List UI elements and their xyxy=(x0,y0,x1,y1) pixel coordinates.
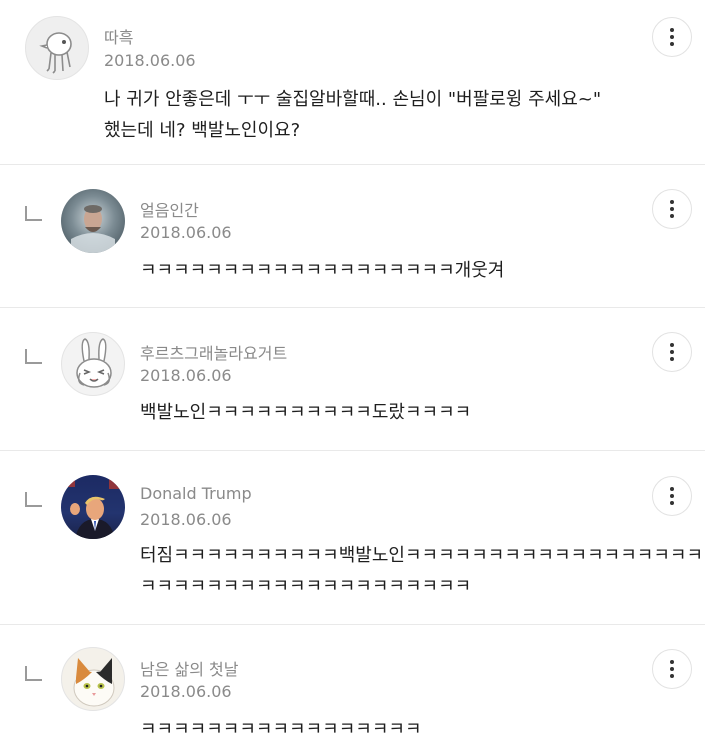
more-vertical-icon[interactable] xyxy=(652,332,692,372)
comment-author[interactable]: 후르츠그래놀라요거트 xyxy=(140,340,287,364)
ice-bath-photo-avatar[interactable] xyxy=(61,189,125,253)
comment-author[interactable]: 얼음인간 xyxy=(140,197,199,221)
reply-arrow-icon xyxy=(25,666,42,681)
mascot-avatar[interactable] xyxy=(25,16,89,80)
more-vertical-icon[interactable] xyxy=(652,476,692,516)
comment-text: 나 귀가 안좋은데 ㅜㅜ 술집알바할때.. 손님이 "버팔로윙 주세요~" 했는… xyxy=(104,84,601,146)
reply-arrow-icon xyxy=(25,492,42,507)
comment-text-line: 백발노인ㅋㅋㅋㅋㅋㅋㅋㅋㅋㅋ도랐ㅋㅋㅋㅋ xyxy=(140,402,472,423)
reply-arrow-icon xyxy=(25,206,42,221)
comment-date: 2018.06.06 xyxy=(140,366,232,385)
reply-item: 남은 삶의 첫날 2018.06.06 ㅋㅋㅋㅋㅋㅋㅋㅋㅋㅋㅋㅋㅋㅋㅋㅋㅋ xyxy=(0,625,705,754)
reply-item: 후르츠그래놀라요거트 2018.06.06 백발노인ㅋㅋㅋㅋㅋㅋㅋㅋㅋㅋ도랐ㅋㅋ… xyxy=(0,308,705,451)
comment-text: ㅋㅋㅋㅋㅋㅋㅋㅋㅋㅋㅋㅋㅋㅋㅋㅋㅋㅋㅋ개웃겨 xyxy=(140,255,504,286)
comment-item: 따흑 2018.06.06 나 귀가 안좋은데 ㅜㅜ 술집알바할때.. 손님이 … xyxy=(0,0,705,165)
more-vertical-icon[interactable] xyxy=(652,189,692,229)
comment-author[interactable]: 남은 삶의 첫날 xyxy=(140,656,239,680)
comment-text: 터짐ㅋㅋㅋㅋㅋㅋㅋㅋㅋㅋ백발노인ㅋㅋㅋㅋㅋㅋㅋㅋㅋㅋㅋㅋㅋㅋㅋㅋㅋㅋㅋ ㅋㅋㅋㅋ… xyxy=(140,540,705,602)
comment-text-line: 터짐ㅋㅋㅋㅋㅋㅋㅋㅋㅋㅋ백발노인ㅋㅋㅋㅋㅋㅋㅋㅋㅋㅋㅋㅋㅋㅋㅋㅋㅋㅋㅋ xyxy=(140,545,705,566)
comment-text: 백발노인ㅋㅋㅋㅋㅋㅋㅋㅋㅋㅋ도랐ㅋㅋㅋㅋ xyxy=(140,397,471,428)
comment-text: ㅋㅋㅋㅋㅋㅋㅋㅋㅋㅋㅋㅋㅋㅋㅋㅋㅋ xyxy=(140,714,422,745)
comment-date: 2018.06.06 xyxy=(140,682,232,701)
reply-item: 얼음인간 2018.06.06 ㅋㅋㅋㅋㅋㅋㅋㅋㅋㅋㅋㅋㅋㅋㅋㅋㅋㅋㅋ개웃겨 xyxy=(0,165,705,308)
comment-text-line: 나 귀가 안좋은데 ㅜㅜ 술집알바할때.. 손님이 "버팔로윙 주세요~" xyxy=(104,89,602,110)
comment-date: 2018.06.06 xyxy=(140,223,232,242)
comment-text-line: 했는데 네? 백발노인이요? xyxy=(104,120,301,141)
rabbit-avatar[interactable] xyxy=(61,332,125,396)
comment-date: 2018.06.06 xyxy=(140,510,232,529)
man-in-suit-photo-avatar[interactable] xyxy=(61,475,125,539)
comment-author[interactable]: Donald Trump xyxy=(140,484,252,503)
more-vertical-icon[interactable] xyxy=(652,649,692,689)
reply-item: Donald Trump 2018.06.06 터짐ㅋㅋㅋㅋㅋㅋㅋㅋㅋㅋ백발노인… xyxy=(0,451,705,625)
more-vertical-icon[interactable] xyxy=(652,17,692,57)
comment-author[interactable]: 따흑 xyxy=(104,24,133,48)
comment-text-line: ㅋㅋㅋㅋㅋㅋㅋㅋㅋㅋㅋㅋㅋㅋㅋㅋㅋㅋㅋㅋ xyxy=(140,576,472,597)
reply-arrow-icon xyxy=(25,349,42,364)
comment-date: 2018.06.06 xyxy=(104,51,196,70)
comment-text-line: ㅋㅋㅋㅋㅋㅋㅋㅋㅋㅋㅋㅋㅋㅋㅋㅋㅋㅋㅋ개웃겨 xyxy=(140,260,505,281)
comment-text-line: ㅋㅋㅋㅋㅋㅋㅋㅋㅋㅋㅋㅋㅋㅋㅋㅋㅋ xyxy=(140,719,422,740)
calico-cat-avatar[interactable] xyxy=(61,647,125,711)
